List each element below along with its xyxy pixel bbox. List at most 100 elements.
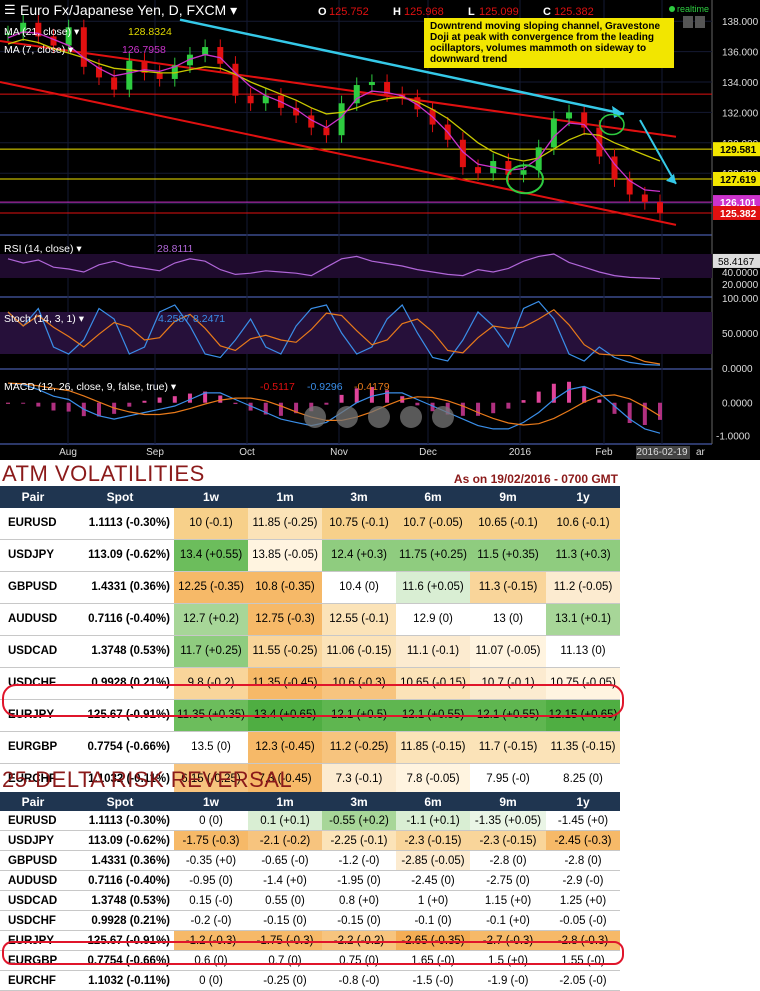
ohlc-label: C (543, 6, 551, 18)
spot-cell: 0.7116 (-0.40%) (66, 603, 174, 636)
macd-histogram-bar (6, 402, 10, 404)
table-row: USDCHF 0.9928 (0.21%) -0.2 (-0) -0.15 (0) -0… (0, 910, 620, 931)
atm-volatility-table: Pair Spot 1w 1m 3m 6m 9m 1y EURUSD 1.1113 (-0.30… (0, 486, 620, 796)
rsi-tick-label: 20.0000 (722, 280, 759, 291)
col-header-pair: Pair (0, 486, 66, 508)
value-cell: -1.1 (+0.1) (396, 811, 470, 831)
chart-overlay: ☰ Euro Fx/Japanese Yen, D, FXCM ▾ O 125.752… (4, 2, 709, 428)
pair-cell: EURGBP (0, 950, 66, 971)
value-cell: -0.2 (-0) (174, 910, 248, 931)
rr-title: 25-DELTA RISK REVERSAL (2, 767, 293, 792)
macd-histogram-bar (187, 393, 192, 403)
candle-body (80, 27, 87, 67)
candle-body (520, 170, 527, 175)
value-cell: 11.13 (0) (546, 635, 620, 668)
table-row: USDCAD 1.3748 (0.53%) 11.7 (+0.25) 11.55 (-… (0, 635, 620, 668)
candle-body (550, 118, 557, 148)
spot-cell: 125.67 (-0.91%) (66, 930, 174, 951)
ohlc-value: 125.968 (404, 6, 444, 18)
value-cell: -2.05 (-0) (546, 970, 620, 991)
pair-cell: USDCAD (0, 890, 66, 911)
col-header-6m: 6m (396, 486, 470, 508)
value-cell: 10.65 (-0.1) (470, 508, 546, 540)
candle-body (323, 127, 330, 136)
col-header-9m: 9m (470, 792, 546, 811)
price-chart[interactable]: Aug Sep Oct Nov Dec 2016 Feb 2016-02-19 ar 138.00… (0, 0, 760, 460)
playback-control-button (432, 406, 454, 428)
pane-control-icon (683, 16, 693, 28)
macd-histogram-bar (218, 395, 223, 403)
stoch-pane (0, 300, 712, 366)
candle-body (202, 47, 209, 55)
spot-cell: 0.7754 (-0.66%) (66, 731, 174, 764)
spot-cell: 1.4331 (0.36%) (66, 571, 174, 604)
ohlc-label: O (318, 6, 327, 18)
value-cell: 12.3 (-0.45) (248, 731, 322, 764)
value-cell: 11.6 (+0.05) (396, 571, 470, 604)
pair-cell: EURUSD (0, 811, 66, 831)
candle-body (217, 47, 224, 64)
macd-value: -0.5117 (260, 381, 295, 393)
macd-histogram-bar (597, 399, 602, 403)
pair-cell: EURUSD (0, 508, 66, 540)
spot-cell: 1.1113 (-0.30%) (66, 811, 174, 831)
value-cell: -0.35 (+0) (174, 850, 248, 871)
value-cell: -0.1 (0) (396, 910, 470, 931)
value-cell: 7.3 (-0.1) (322, 763, 396, 796)
value-cell: 13.85 (-0.05) (248, 539, 322, 572)
value-cell: -2.8 (0) (470, 850, 546, 871)
value-cell: 11.75 (+0.25) (396, 539, 470, 572)
col-header-6m: 6m (396, 792, 470, 811)
macd-histogram-bar (476, 402, 481, 416)
value-cell: 12.9 (0) (396, 603, 470, 636)
macd-value: -0.4179 (354, 381, 390, 393)
spot-cell: 0.7754 (-0.66%) (66, 950, 174, 971)
col-header-1y: 1y (546, 486, 620, 508)
macd-histogram-bar (339, 394, 344, 403)
pair-cell: USDJPY (0, 539, 66, 572)
macd-histogram-bar (233, 402, 238, 405)
value-cell: -1.75 (-0.3) (174, 830, 248, 851)
value-cell: -2.25 (-0.1) (322, 830, 396, 851)
value-cell: 11.35 (-0.45) (248, 667, 322, 700)
stoch-tick-label: 0.0000 (722, 364, 753, 375)
value-cell: 10.8 (-0.35) (248, 571, 322, 604)
value-cell: 12.75 (-0.3) (248, 603, 322, 636)
value-cell: 11.5 (+0.35) (470, 539, 546, 572)
value-cell: 12.1 (+0.55) (470, 699, 546, 732)
chart-title: Euro Fx/Japanese Yen, D, FXCM ▾ (20, 2, 237, 18)
y-tick-label: 136.000 (722, 48, 759, 59)
candle-body (247, 95, 254, 104)
value-cell: 0 (0) (174, 811, 248, 831)
annotation-box: Downtrend moving sloping channel, Graves… (424, 18, 674, 68)
col-header-1m: 1m (248, 792, 322, 811)
chart-canvas[interactable]: Aug Sep Oct Nov Dec 2016 Feb 2016-02-19 ar 138.00… (0, 0, 760, 460)
spot-cell: 0.7116 (-0.40%) (66, 870, 174, 891)
value-cell: 7.8 (-0.05) (396, 763, 470, 796)
value-cell: 13.5 (0) (174, 731, 248, 764)
macd-histogram-bar (415, 402, 420, 406)
value-cell: 1.25 (+0) (546, 890, 620, 911)
playback-control-button (400, 406, 422, 428)
value-cell: 10.6 (-0.1) (546, 508, 620, 540)
ohlc-label: L (468, 6, 475, 18)
spot-cell: 1.3748 (0.53%) (66, 890, 174, 911)
pair-cell: USDJPY (0, 830, 66, 851)
x-tick-label: ar (696, 447, 706, 458)
price-label: 125.382 (720, 209, 757, 220)
spot-cell: 1.3748 (0.53%) (66, 635, 174, 668)
pair-cell: EURGBP (0, 731, 66, 764)
value-cell: 11.2 (-0.25) (322, 731, 396, 764)
stoch-tick-label: 100.000 (722, 294, 759, 305)
value-cell: 1.65 (-0) (396, 950, 470, 971)
value-cell: 1.55 (-0) (546, 950, 620, 971)
table-row: EURJPY 125.67 (-0.91%) 11.35 (+0.35) 13.4 (… (0, 699, 620, 732)
table-row: EURGBP 0.7754 (-0.66%) 0.6 (0) 0.7 (0) 0.75 … (0, 950, 620, 971)
value-cell: 12.25 (-0.35) (174, 571, 248, 604)
pair-cell: GBPUSD (0, 571, 66, 604)
value-cell: 12.7 (+0.2) (174, 603, 248, 636)
col-header-1m: 1m (248, 486, 322, 508)
realtime-label: realtime (677, 4, 709, 14)
value-cell: -0.8 (-0) (322, 970, 396, 991)
value-cell: -1.95 (0) (322, 870, 396, 891)
